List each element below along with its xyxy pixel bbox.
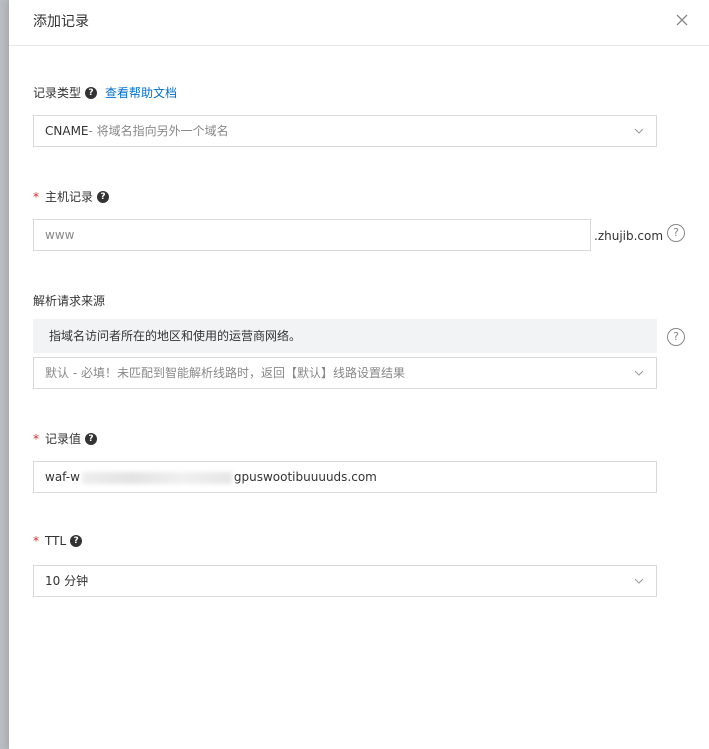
source-label-row: 解析请求来源 [33,292,105,309]
ttl-label: TTL [45,534,67,548]
host-record-label-row: * 主机记录 ? [33,188,110,205]
ttl-select[interactable]: 10 分钟 [33,565,657,597]
question-icon[interactable]: ? [70,535,83,547]
dialog-header: 添加记录 [9,0,709,46]
add-record-dialog: 添加记录 记录类型 ? 查看帮助文档 CNAME- 将域名指向另外一个域名 * … [9,0,709,749]
record-value-end: gpuswootibuuuuds.com [233,470,377,484]
page-backdrop [0,0,9,749]
ttl-label-row: * TTL ? [33,534,83,548]
source-value: 默认 [45,366,70,380]
ttl-value: 10 分钟 [45,574,89,588]
record-type-label-row: 记录类型 ? 查看帮助文档 [33,84,177,101]
chevron-down-icon [634,370,644,376]
dialog-title: 添加记录 [33,14,89,30]
record-type-desc: - 将域名指向另外一个域名 [88,124,229,138]
record-value-start: waf-w [45,470,80,484]
record-type-label: 记录类型 [33,86,82,100]
record-value-label-row: * 记录值 ? [33,430,98,447]
host-record-input[interactable]: www [33,219,591,251]
question-icon[interactable]: ? [97,190,110,203]
host-record-help-icon[interactable]: ? [667,224,685,242]
question-icon[interactable]: ? [85,432,98,445]
source-desc: - 必填！未匹配到智能解析线路时，返回【默认】线路设置结果 [69,366,405,380]
chevron-down-icon [634,128,644,134]
host-record-label: 主机记录 [45,190,94,204]
required-mark: * [33,189,39,204]
source-label: 解析请求来源 [33,294,106,308]
question-icon[interactable]: ? [85,86,98,99]
record-value-label: 记录值 [45,432,82,446]
source-select[interactable]: 默认 - 必填！未匹配到智能解析线路时，返回【默认】线路设置结果 [33,357,657,389]
host-record-value: www [45,228,75,242]
chevron-down-icon [634,578,644,584]
redacted-area [81,471,232,484]
source-tooltip: 指域名访问者所在的地区和使用的运营商网络。 [33,319,657,353]
close-button[interactable] [672,10,692,30]
help-doc-link[interactable]: 查看帮助文档 [105,84,177,101]
record-type-value: CNAME [45,124,89,138]
domain-suffix: .zhujib.com [594,229,664,243]
record-value-input[interactable]: waf-w gpuswootibuuuuds.com [33,461,657,493]
close-icon [676,14,688,26]
record-type-select[interactable]: CNAME- 将域名指向另外一个域名 [33,115,657,147]
source-help-icon[interactable]: ? [667,328,685,346]
required-mark: * [33,534,39,548]
required-mark: * [33,431,39,446]
